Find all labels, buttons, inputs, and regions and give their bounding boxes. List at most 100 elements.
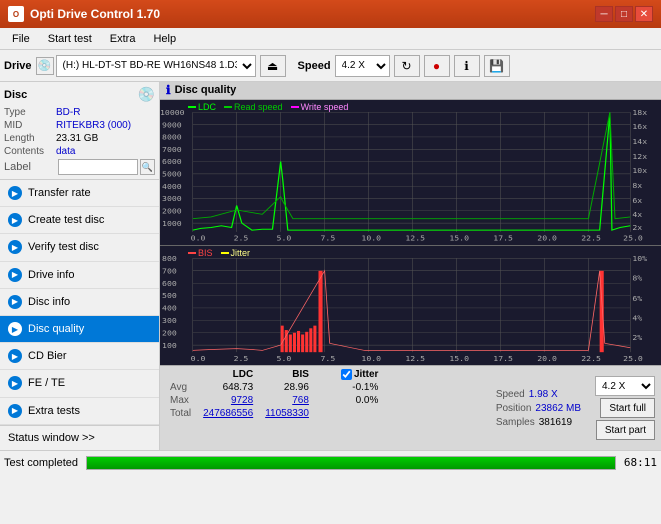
top-chart: LDC Read speed Write speed (160, 100, 661, 246)
maximize-button[interactable]: □ (615, 6, 633, 22)
settings-button[interactable]: ● (424, 55, 450, 77)
svg-text:0.0: 0.0 (191, 234, 206, 242)
sidebar-item-verify-test-disc[interactable]: ▶ Verify test disc (0, 234, 159, 261)
sidebar-item-drive-info[interactable]: ▶ Drive info (0, 262, 159, 289)
col-jitter-header: Jitter (335, 368, 384, 381)
svg-text:4000: 4000 (162, 182, 182, 190)
bottom-chart-svg: 800 700 600 500 400 300 200 100 10% 8% 6… (160, 246, 661, 365)
minimize-button[interactable]: ─ (595, 6, 613, 22)
svg-text:100: 100 (162, 341, 177, 349)
avg-jitter: -0.1% (335, 381, 384, 394)
menu-bar: File Start test Extra Help (0, 28, 661, 50)
svg-text:15.0: 15.0 (449, 234, 469, 242)
sidebar-item-create-test-disc[interactable]: ▶ Create test disc (0, 207, 159, 234)
max-ldc[interactable]: 9728 (197, 394, 259, 407)
sidebar-item-disc-info[interactable]: ▶ Disc info (0, 289, 159, 316)
speed-stat-label: Speed (496, 389, 525, 400)
menu-help[interactable]: Help (145, 31, 184, 47)
drive-icon: 💿 (36, 57, 54, 75)
fe-te-icon: ▶ (8, 376, 22, 390)
menu-file[interactable]: File (4, 31, 38, 47)
eject-button[interactable]: ⏏ (260, 55, 286, 77)
test-speed-select[interactable]: 4.2 X (595, 376, 655, 396)
disc-label-input[interactable] (58, 159, 138, 175)
cd-bier-icon: ▶ (8, 349, 22, 363)
info-button[interactable]: ℹ (454, 55, 480, 77)
top-chart-legend: LDC Read speed Write speed (188, 102, 348, 112)
svg-text:16x: 16x (632, 122, 647, 130)
save-button[interactable]: 💾 (484, 55, 510, 77)
fe-te-label: FE / TE (28, 377, 65, 389)
top-chart-svg: 10000 9000 8000 7000 6000 5000 4000 3000… (160, 100, 661, 245)
max-label: Max (164, 394, 197, 407)
contents-label: Contents (4, 146, 56, 157)
svg-text:4x: 4x (632, 210, 642, 218)
drive-select[interactable]: (H:) HL-DT-ST BD-RE WH16NS48 1.D3 (56, 55, 256, 77)
action-buttons: 4.2 X Start full Start part (593, 368, 657, 448)
svg-text:4%: 4% (632, 314, 642, 322)
samples-value: 381619 (539, 417, 572, 428)
svg-text:6%: 6% (632, 294, 642, 302)
sidebar-item-disc-quality[interactable]: ▶ Disc quality (0, 316, 159, 343)
disc-quality-header-title: Disc quality (175, 84, 237, 96)
svg-text:7.5: 7.5 (321, 234, 336, 242)
svg-text:200: 200 (162, 329, 177, 337)
disc-panel: Disc 💿 Type BD-R MID RITEKBR3 (000) Leng… (0, 82, 159, 180)
sidebar-item-transfer-rate[interactable]: ▶ Transfer rate (0, 180, 159, 207)
svg-text:15.0: 15.0 (449, 354, 469, 362)
svg-text:6x: 6x (632, 196, 642, 204)
stats-bar: LDC BIS Jitter Avg (160, 365, 661, 450)
svg-text:2x: 2x (632, 224, 642, 232)
svg-text:5.0: 5.0 (277, 234, 292, 242)
legend-read: Read speed (234, 102, 283, 112)
disc-quality-icon: ▶ (8, 322, 22, 336)
svg-text:10.0: 10.0 (361, 354, 381, 362)
total-label: Total (164, 407, 197, 420)
start-part-button[interactable]: Start part (596, 420, 655, 440)
sidebar-item-fe-te[interactable]: ▶ FE / TE (0, 370, 159, 397)
svg-text:10%: 10% (632, 254, 647, 262)
col-ldc-header: LDC (197, 368, 259, 381)
sidebar-item-extra-tests[interactable]: ▶ Extra tests (0, 398, 159, 425)
create-test-disc-label: Create test disc (28, 214, 104, 226)
svg-text:2.5: 2.5 (234, 234, 249, 242)
verify-test-disc-icon: ▶ (8, 240, 22, 254)
max-jitter: 0.0% (335, 394, 384, 407)
menu-extra[interactable]: Extra (102, 31, 144, 47)
cd-bier-label: CD Bier (28, 350, 67, 362)
refresh-button[interactable]: ↻ (394, 55, 420, 77)
status-text: Test completed (4, 457, 78, 469)
svg-text:14x: 14x (632, 137, 647, 145)
disc-quality-label: Disc quality (28, 323, 84, 335)
svg-text:5.0: 5.0 (277, 354, 292, 362)
svg-text:8%: 8% (632, 274, 642, 282)
start-full-button[interactable]: Start full (600, 398, 655, 418)
time-display: 68:11 (624, 456, 657, 469)
position-value: 23862 MB (535, 403, 581, 414)
jitter-checkbox[interactable] (341, 369, 352, 380)
total-ldc[interactable]: 247686556 (197, 407, 259, 420)
stats-table: LDC BIS Jitter Avg (164, 368, 484, 448)
contents-value: data (56, 146, 75, 157)
drive-label: Drive (4, 60, 32, 72)
svg-text:2%: 2% (632, 333, 642, 341)
max-bis[interactable]: 768 (259, 394, 315, 407)
status-window-button[interactable]: Status window >> (0, 425, 159, 450)
svg-text:500: 500 (162, 292, 177, 300)
svg-text:6000: 6000 (162, 158, 182, 166)
mid-label: MID (4, 120, 56, 131)
total-bis[interactable]: 11058330 (259, 407, 315, 420)
label-search-button[interactable]: 🔍 (140, 159, 155, 175)
close-button[interactable]: ✕ (635, 6, 653, 22)
menu-start-test[interactable]: Start test (40, 31, 100, 47)
type-label: Type (4, 107, 56, 118)
svg-text:18x: 18x (632, 108, 647, 116)
position-label: Position (496, 403, 532, 414)
speed-label: Speed (298, 60, 331, 72)
svg-text:2000: 2000 (162, 207, 182, 215)
jitter-label: Jitter (354, 369, 378, 380)
samples-label: Samples (496, 417, 535, 428)
speed-select[interactable]: 4.2 X (335, 55, 390, 77)
svg-text:25.0: 25.0 (623, 354, 643, 362)
sidebar-item-cd-bier[interactable]: ▶ CD Bier (0, 343, 159, 370)
